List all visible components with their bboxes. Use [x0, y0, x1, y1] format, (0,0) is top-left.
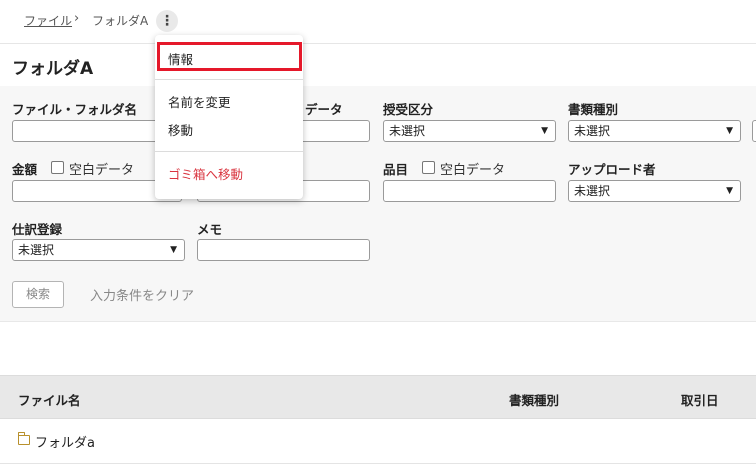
menu-item-rename[interactable]: 名前を変更 — [168, 92, 231, 111]
dropdown-arrow-icon: ▼ — [541, 126, 548, 136]
file-folder-name-label: ファイル・フォルダ名 — [12, 102, 138, 117]
menu-divider — [155, 151, 303, 152]
receive-type-select[interactable]: 未選択 ▼ — [383, 120, 556, 142]
menu-item-move[interactable]: 移動 — [168, 120, 193, 139]
search-button[interactable]: 検索 — [12, 281, 64, 308]
item-input[interactable] — [383, 180, 556, 202]
breadcrumb-current: フォルダA — [92, 14, 149, 28]
menu-item-move-to-trash[interactable]: ゴミ箱へ移動 — [168, 164, 243, 183]
memo-label: メモ — [197, 222, 223, 237]
journal-select[interactable]: 未選択 ▼ — [12, 239, 185, 261]
amount-blank-checkbox[interactable] — [51, 161, 64, 174]
breadcrumb-root-link[interactable]: ファイル — [24, 12, 72, 29]
table-header: ファイル名 書類種別 取引日 — [0, 375, 756, 419]
item-blank-label: 空白データ — [440, 163, 506, 178]
dropdown-arrow-icon: ▼ — [170, 245, 177, 255]
more-options-icon[interactable]: ⋮ — [156, 10, 178, 32]
item-blank-checkbox[interactable] — [422, 161, 435, 174]
amount-label: 金額 — [12, 162, 38, 177]
journal-value: 未選択 — [18, 243, 55, 257]
uploader-value: 未選択 — [574, 184, 611, 198]
receive-type-value: 未選択 — [389, 124, 426, 138]
page-title: フォルダA — [12, 59, 94, 79]
uploader-label: アップロード者 — [568, 162, 656, 177]
doc-type-label: 書類種別 — [568, 102, 619, 117]
doc-type-value: 未選択 — [574, 124, 611, 138]
column-header-transaction-date[interactable]: 取引日 — [681, 390, 719, 409]
receive-type-label: 授受区分 — [383, 102, 434, 117]
amount-blank-label: 空白データ — [69, 163, 135, 178]
doc-type-select[interactable]: 未選択 ▼ — [568, 120, 741, 142]
menu-item-info[interactable]: 情報 — [168, 49, 193, 68]
dropdown-arrow-icon: ▼ — [726, 186, 733, 196]
journal-label: 仕訳登録 — [12, 222, 63, 237]
offscreen-input[interactable] — [752, 120, 756, 142]
breadcrumb-separator-icon: › — [74, 11, 80, 26]
table-row[interactable]: フォルダa — [0, 420, 756, 464]
memo-input[interactable] — [197, 239, 370, 261]
menu-divider — [155, 79, 303, 80]
clear-conditions-link[interactable]: 入力条件をクリア — [90, 285, 194, 304]
item-label: 品目 — [383, 162, 409, 177]
row-file-name[interactable]: フォルダa — [35, 432, 95, 451]
partial-data-label: データ — [305, 102, 343, 117]
dropdown-arrow-icon: ▼ — [726, 126, 733, 136]
column-header-file-name[interactable]: ファイル名 — [18, 390, 81, 409]
column-header-doc-type[interactable]: 書類種別 — [509, 390, 559, 409]
uploader-select[interactable]: 未選択 ▼ — [568, 180, 741, 202]
context-menu: 情報 名前を変更 移動 ゴミ箱へ移動 — [155, 35, 303, 199]
top-bar: ファイル › フォルダA ⋮ — [0, 0, 756, 44]
folder-icon — [18, 432, 30, 445]
